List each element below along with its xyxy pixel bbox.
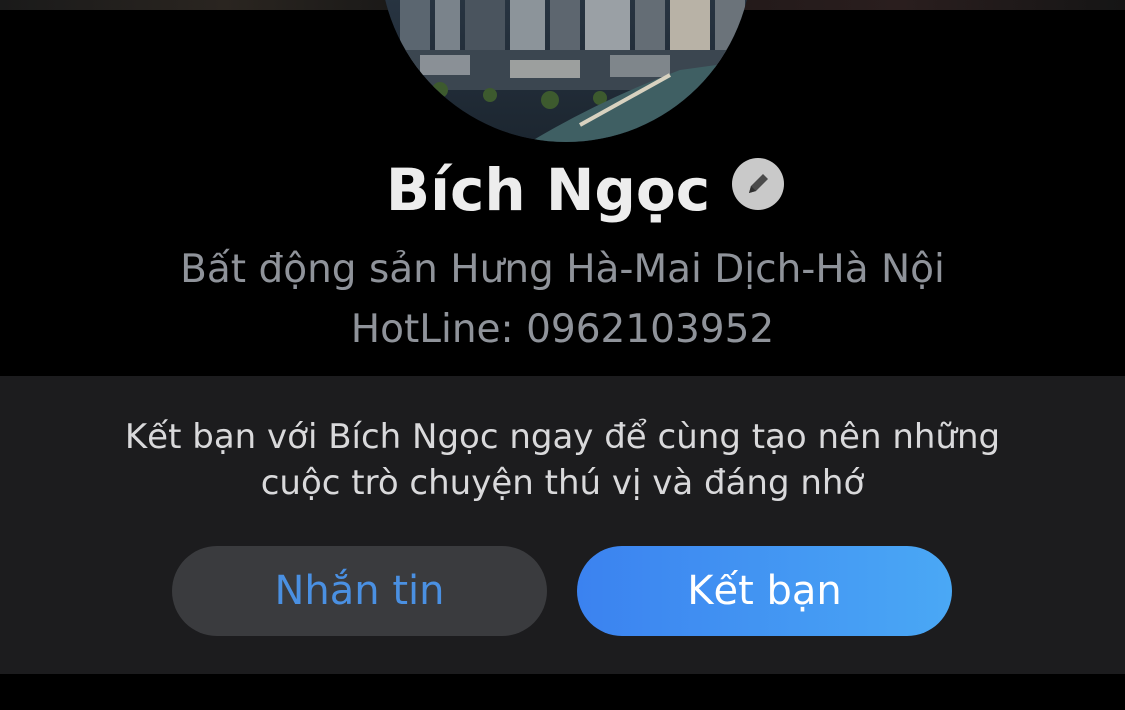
bottom-area xyxy=(0,674,1125,710)
friend-prompt-text: Kết bạn với Bích Ngọc ngay để cùng tạo n… xyxy=(0,414,1125,506)
add-friend-button[interactable]: Kết bạn xyxy=(577,546,952,636)
friend-request-panel: Kết bạn với Bích Ngọc ngay để cùng tạo n… xyxy=(0,376,1125,674)
edit-name-button[interactable] xyxy=(732,158,785,210)
profile-name: Bích Ngọc xyxy=(385,156,711,224)
message-button[interactable]: Nhắn tin xyxy=(172,546,547,636)
friend-prompt-line-1: Kết bạn với Bích Ngọc ngay để cùng tạo n… xyxy=(124,417,1001,457)
add-friend-button-label: Kết bạn xyxy=(687,568,842,614)
profile-bio: Bất động sản Hưng Hà-Mai Dịch-Hà Nội Hot… xyxy=(0,240,1125,360)
message-button-label: Nhắn tin xyxy=(274,568,445,614)
friend-prompt-line-2: cuộc trò chuyện thú vị và đáng nhớ xyxy=(260,463,865,503)
profile-name-row: Bích Ngọc xyxy=(0,150,1125,230)
pencil-icon xyxy=(749,174,769,193)
cityscape-photo xyxy=(380,0,752,142)
bio-line-2: HotLine: 0962103952 xyxy=(350,307,775,352)
profile-page: Bích Ngọc Bất động sản Hưng Hà-Mai Dịch-… xyxy=(0,0,1125,710)
avatar[interactable] xyxy=(380,0,752,142)
bio-line-1: Bất động sản Hưng Hà-Mai Dịch-Hà Nội xyxy=(180,247,945,292)
